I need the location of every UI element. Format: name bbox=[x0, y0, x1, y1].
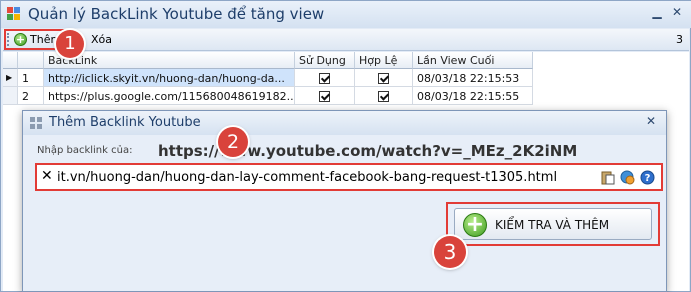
column-header-num[interactable] bbox=[18, 52, 44, 69]
step-marker-1: 1 bbox=[56, 30, 84, 58]
checkbox-used[interactable] bbox=[319, 73, 330, 84]
close-icon[interactable]: ✕ bbox=[646, 114, 656, 128]
column-header-last-view[interactable]: Lần View Cuối bbox=[413, 52, 533, 69]
column-header-used[interactable]: Sử Dụng bbox=[295, 52, 355, 69]
minimize-icon[interactable]: ▁ bbox=[646, 3, 668, 21]
step-marker-3: 3 bbox=[434, 236, 466, 268]
table-cell-used[interactable] bbox=[295, 87, 355, 105]
paste-icon[interactable] bbox=[600, 170, 615, 185]
dialog-title: Thêm Backlink Youtube bbox=[49, 115, 201, 130]
help-icon[interactable]: ? bbox=[640, 170, 655, 185]
app-icon bbox=[30, 117, 42, 129]
close-icon[interactable]: ✕ bbox=[666, 3, 688, 21]
row-header[interactable] bbox=[3, 87, 18, 105]
svg-text:?: ? bbox=[645, 173, 651, 184]
delete-button[interactable]: Xóa bbox=[91, 33, 112, 46]
row-header-corner bbox=[3, 52, 18, 69]
title-bar: Quản lý BackLink Youtube để tăng view ▁ … bbox=[1, 1, 691, 28]
plus-icon: + bbox=[463, 213, 487, 237]
checkbox-valid[interactable] bbox=[378, 73, 389, 84]
backlink-input[interactable]: ✕ it.vn/huong-dan/huong-dan-lay-comment-… bbox=[35, 163, 663, 191]
table-cell-num[interactable]: 2 bbox=[18, 87, 44, 105]
check-and-add-button[interactable]: + KIỂM TRA VÀ THÊM bbox=[454, 208, 652, 240]
table-cell-backlink[interactable]: https://plus.google.com/115680048619182.… bbox=[44, 87, 295, 105]
backlink-input-value[interactable]: it.vn/huong-dan/huong-dan-lay-comment-fa… bbox=[57, 170, 557, 185]
check-and-add-label: KIỂM TRA VÀ THÊM bbox=[495, 218, 610, 232]
dialog-title-bar: Thêm Backlink Youtube ✕ bbox=[23, 111, 666, 135]
checkbox-used[interactable] bbox=[319, 91, 330, 102]
table-cell-last-view[interactable]: 08/03/18 22:15:55 bbox=[413, 87, 533, 105]
table-cell-valid[interactable] bbox=[355, 69, 413, 87]
table-cell-used[interactable] bbox=[295, 69, 355, 87]
checkbox-valid[interactable] bbox=[378, 91, 389, 102]
table-cell-last-view[interactable]: 08/03/18 22:15:53 bbox=[413, 69, 533, 87]
check-and-add-highlight: + KIỂM TRA VÀ THÊM bbox=[446, 202, 660, 246]
table-cell-backlink[interactable]: http://iclick.skyit.vn/huong-dan/huong-d… bbox=[44, 69, 295, 87]
clear-icon[interactable]: ✕ bbox=[41, 168, 53, 184]
current-row-indicator[interactable]: ▶ bbox=[3, 69, 18, 87]
table-cell-valid[interactable] bbox=[355, 87, 413, 105]
column-header-valid[interactable]: Hợp Lệ bbox=[355, 52, 413, 69]
toolbar: + Thêm Xóa 3 bbox=[3, 29, 689, 51]
window-title: Quản lý BackLink Youtube để tăng view bbox=[28, 5, 325, 23]
step-marker-2: 2 bbox=[218, 127, 248, 157]
column-header-backlink[interactable]: BackLink bbox=[44, 52, 295, 69]
app-icon bbox=[7, 7, 20, 20]
table-cell-num[interactable]: 1 bbox=[18, 69, 44, 87]
record-count: 3 bbox=[676, 33, 683, 46]
add-backlink-dialog: Thêm Backlink Youtube ✕ Nhập backlink củ… bbox=[22, 110, 667, 292]
web-icon[interactable] bbox=[620, 170, 635, 185]
input-label: Nhập backlink của: bbox=[37, 145, 133, 156]
